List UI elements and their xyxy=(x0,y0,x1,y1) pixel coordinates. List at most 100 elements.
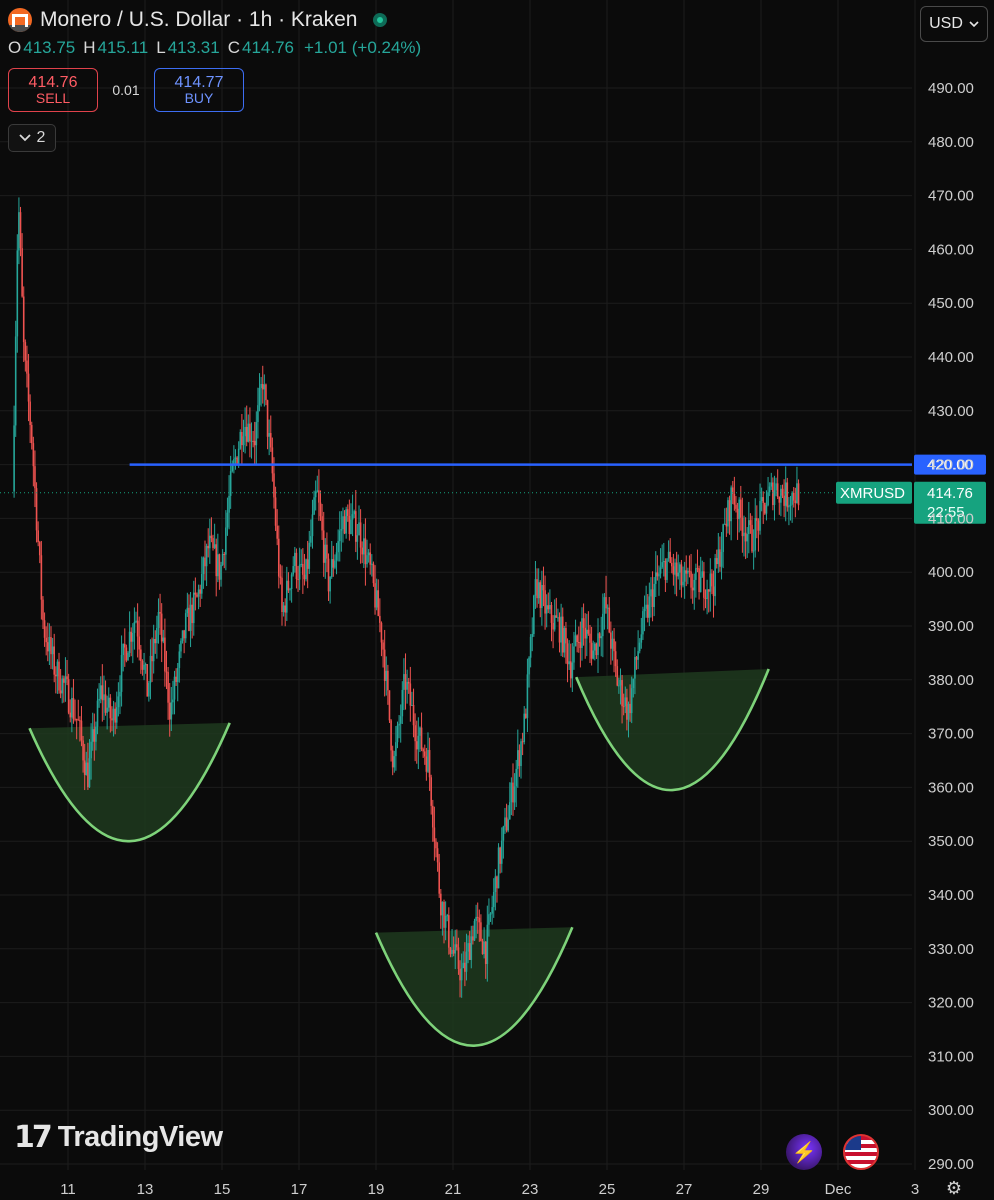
candle-body xyxy=(346,509,349,516)
candle-body xyxy=(775,483,777,491)
candle-body xyxy=(350,519,352,535)
candle-body xyxy=(757,520,760,531)
candle-body xyxy=(234,457,237,460)
currency-select[interactable]: USD xyxy=(920,6,988,42)
candle-body xyxy=(650,589,652,597)
candle-body xyxy=(98,698,100,701)
indicators-collapse-button[interactable]: 2 xyxy=(8,124,56,152)
candle-body xyxy=(422,749,424,752)
candle-body xyxy=(157,612,160,628)
buy-price: 414.77 xyxy=(174,73,224,91)
candle-body xyxy=(128,631,131,653)
candle-body xyxy=(271,447,274,474)
us-flag-icon[interactable] xyxy=(843,1134,879,1170)
candle-body xyxy=(123,643,126,648)
candle-body xyxy=(470,936,473,960)
candle-body xyxy=(794,500,797,503)
candle-body xyxy=(674,562,676,575)
candle-body xyxy=(404,674,407,690)
candle-body xyxy=(537,582,540,599)
candle-body xyxy=(130,631,133,642)
candle-body xyxy=(772,482,774,505)
candle-body xyxy=(528,657,530,675)
candle-body xyxy=(101,685,104,701)
candle-body xyxy=(496,876,498,889)
candle-body xyxy=(492,891,495,908)
candle-body xyxy=(581,618,583,648)
price-chart[interactable]: 420.00XMRUSD 414.7622:55 490.00480.00470.… xyxy=(0,0,994,1200)
candle-body xyxy=(683,570,686,582)
candle-body xyxy=(172,699,174,703)
indicators-count: 2 xyxy=(36,129,46,146)
candle-body xyxy=(672,566,675,575)
candle-body xyxy=(513,786,516,803)
candle-body xyxy=(183,630,185,639)
tradingview-logo[interactable]: 17 TradingView xyxy=(14,1120,223,1155)
candle-body xyxy=(87,762,89,788)
candle-body xyxy=(115,707,118,723)
candle-body xyxy=(622,706,625,708)
candle-body xyxy=(180,640,182,652)
candle-body xyxy=(213,544,216,548)
candle-body xyxy=(457,947,460,969)
candle-body xyxy=(217,554,219,577)
candle-body xyxy=(709,573,712,592)
candle-body xyxy=(762,497,765,503)
candle-body xyxy=(75,718,78,720)
candle-body xyxy=(324,544,327,563)
candle-body xyxy=(685,570,688,574)
candle-body xyxy=(473,920,476,941)
candle-body xyxy=(423,751,426,757)
time-tick-label: 23 xyxy=(522,1181,539,1198)
candle-body xyxy=(443,901,445,928)
candle-body xyxy=(387,670,389,691)
candle-body xyxy=(518,750,521,767)
candle-body xyxy=(566,643,569,665)
symbol-title-row[interactable]: Monero / U.S. Dollar · 1h · Kraken xyxy=(8,8,421,32)
candle-body xyxy=(480,922,482,941)
candle-body xyxy=(687,570,689,574)
candle-body xyxy=(225,527,227,555)
candle-body xyxy=(298,564,301,580)
candle-body xyxy=(717,549,720,565)
candle-body xyxy=(539,582,542,609)
candle-body xyxy=(719,549,721,567)
candle-body xyxy=(780,488,782,503)
candle-body xyxy=(107,697,110,708)
currency-value: USD xyxy=(929,15,963,32)
candle-body xyxy=(526,674,529,718)
price-tick-label: 290.00 xyxy=(928,1156,974,1173)
candle-body xyxy=(664,561,667,580)
candle-body xyxy=(356,535,359,542)
candle-body xyxy=(728,500,731,522)
settings-icon[interactable]: ⚙ xyxy=(944,1178,964,1198)
buy-button[interactable]: 414.77 BUY xyxy=(154,68,244,112)
candle-body xyxy=(160,613,163,642)
candle-body xyxy=(241,431,243,446)
candle-body xyxy=(585,629,588,639)
candle-body xyxy=(748,520,750,535)
candle-body xyxy=(380,622,383,643)
candle-body xyxy=(770,482,773,487)
candle-body xyxy=(196,594,198,597)
candle-body xyxy=(311,514,314,537)
candle-body xyxy=(569,661,572,679)
candle-body xyxy=(46,642,49,652)
bolt-icon[interactable]: ⚡ xyxy=(786,1134,822,1170)
time-axis: 11 13 15 17 19 21 23 25 27 29 Dec 3 xyxy=(60,1181,919,1198)
candle-body xyxy=(545,605,548,614)
symbol-title[interactable]: Monero / U.S. Dollar · 1h · Kraken xyxy=(40,8,357,32)
candle-body xyxy=(549,604,551,610)
candle-body xyxy=(534,579,537,596)
candle-body xyxy=(547,605,550,610)
candle-body xyxy=(42,599,44,621)
sell-button[interactable]: 414.76 SELL xyxy=(8,68,98,112)
candle-body xyxy=(749,520,752,525)
candle-body xyxy=(136,620,139,637)
candle-body xyxy=(233,459,235,465)
candle-body xyxy=(706,589,708,600)
price-tick-label: 370.00 xyxy=(928,726,974,743)
candle-body xyxy=(558,617,561,643)
candle-body xyxy=(237,448,240,464)
candle-body xyxy=(746,534,749,542)
